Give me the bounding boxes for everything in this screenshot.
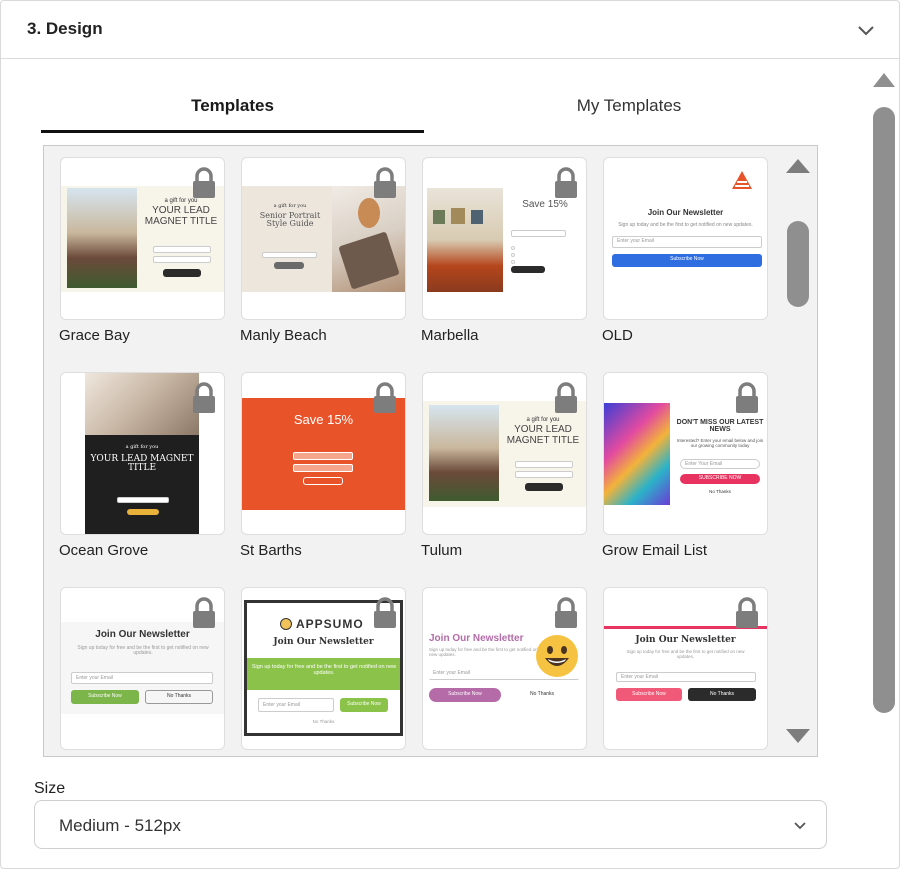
template-name: Marbella (421, 327, 479, 344)
geometric-art (604, 403, 670, 505)
chevron-down-icon[interactable] (853, 17, 879, 43)
lock-icon (374, 382, 396, 413)
template-card-old[interactable]: Join Our Newsletter Sign up today and be… (603, 157, 768, 320)
template-card-join-newsletter-purple[interactable]: Join Our Newsletter Sign up today for fr… (422, 587, 587, 750)
outer-scrollbar[interactable] (867, 67, 897, 727)
warning-logo-icon (732, 171, 752, 189)
template-name: Ocean Grove (59, 542, 149, 559)
lock-icon (193, 167, 215, 198)
size-label: Size (34, 780, 66, 797)
lock-icon (374, 597, 396, 628)
size-select-value: Medium - 512px (59, 816, 181, 835)
palm-leaf-photo (85, 373, 199, 435)
villa-photo (67, 188, 137, 288)
template-name: Grow Email List (602, 542, 708, 559)
lock-icon (736, 382, 758, 413)
template-card-ocean-grove[interactable]: a gift for you YOUR LEAD MAGNET TITLE (60, 372, 225, 535)
lock-icon (193, 597, 215, 628)
villa-photo (429, 405, 499, 501)
template-grid-scroll-thumb[interactable] (787, 221, 809, 307)
template-card-manly-beach[interactable]: a gift for you Senior Portrait Style Gui… (241, 157, 406, 320)
section-header[interactable]: 3. Design (1, 1, 899, 59)
section-title: 3. Design (27, 19, 103, 38)
lock-icon (555, 167, 577, 198)
lock-icon (736, 597, 758, 628)
scroll-up-arrow-icon[interactable] (872, 71, 896, 89)
template-card-tulum[interactable]: a gift for you YOUR LEAD MAGNET TITLE (422, 372, 587, 535)
template-grid-scrollbar[interactable] (781, 147, 815, 755)
template-card-appsumo-newsletter[interactable]: APPSUMO Join Our Newsletter Sign up toda… (241, 587, 406, 750)
template-name: Tulum (421, 542, 463, 559)
template-card-marbella[interactable]: Save 15% (422, 157, 587, 320)
lock-icon (555, 382, 577, 413)
mascot-icon (280, 618, 292, 630)
template-card-st-barths[interactable]: Save 15% (241, 372, 406, 535)
template-card-join-newsletter-pink[interactable]: Join Our Newsletter Sign up today for fr… (603, 587, 768, 750)
lock-icon (193, 382, 215, 413)
smiley-emoji-icon (536, 635, 578, 677)
outer-scroll-thumb[interactable] (873, 107, 895, 713)
tab-my-templates[interactable]: My Templates (435, 89, 823, 133)
scroll-up-arrow-icon[interactable] (785, 157, 811, 175)
size-select[interactable]: Medium - 512px (34, 800, 827, 849)
template-name: Manly Beach (240, 327, 327, 344)
template-card-grace-bay[interactable]: a gift for you YOUR LEAD MAGNET TITLE (60, 157, 225, 320)
lock-icon (374, 167, 396, 198)
room-photo (427, 188, 503, 292)
chevron-down-icon (794, 822, 806, 830)
scroll-down-arrow-icon[interactable] (785, 727, 811, 745)
design-panel: 3. Design Templates My Templates a gift … (0, 0, 900, 869)
template-card-grow-email-list[interactable]: DON'T MISS OUR LATEST NEWS Interested? E… (603, 372, 768, 535)
template-name: St Barths (240, 542, 302, 559)
template-name: Grace Bay (59, 327, 130, 344)
tab-templates[interactable]: Templates (41, 89, 424, 133)
template-name: OLD (602, 327, 633, 344)
template-grid: a gift for you YOUR LEAD MAGNET TITLE Gr… (43, 145, 818, 757)
template-card-join-newsletter-green[interactable]: Join Our Newsletter Sign up today for fr… (60, 587, 225, 750)
lock-icon (555, 597, 577, 628)
